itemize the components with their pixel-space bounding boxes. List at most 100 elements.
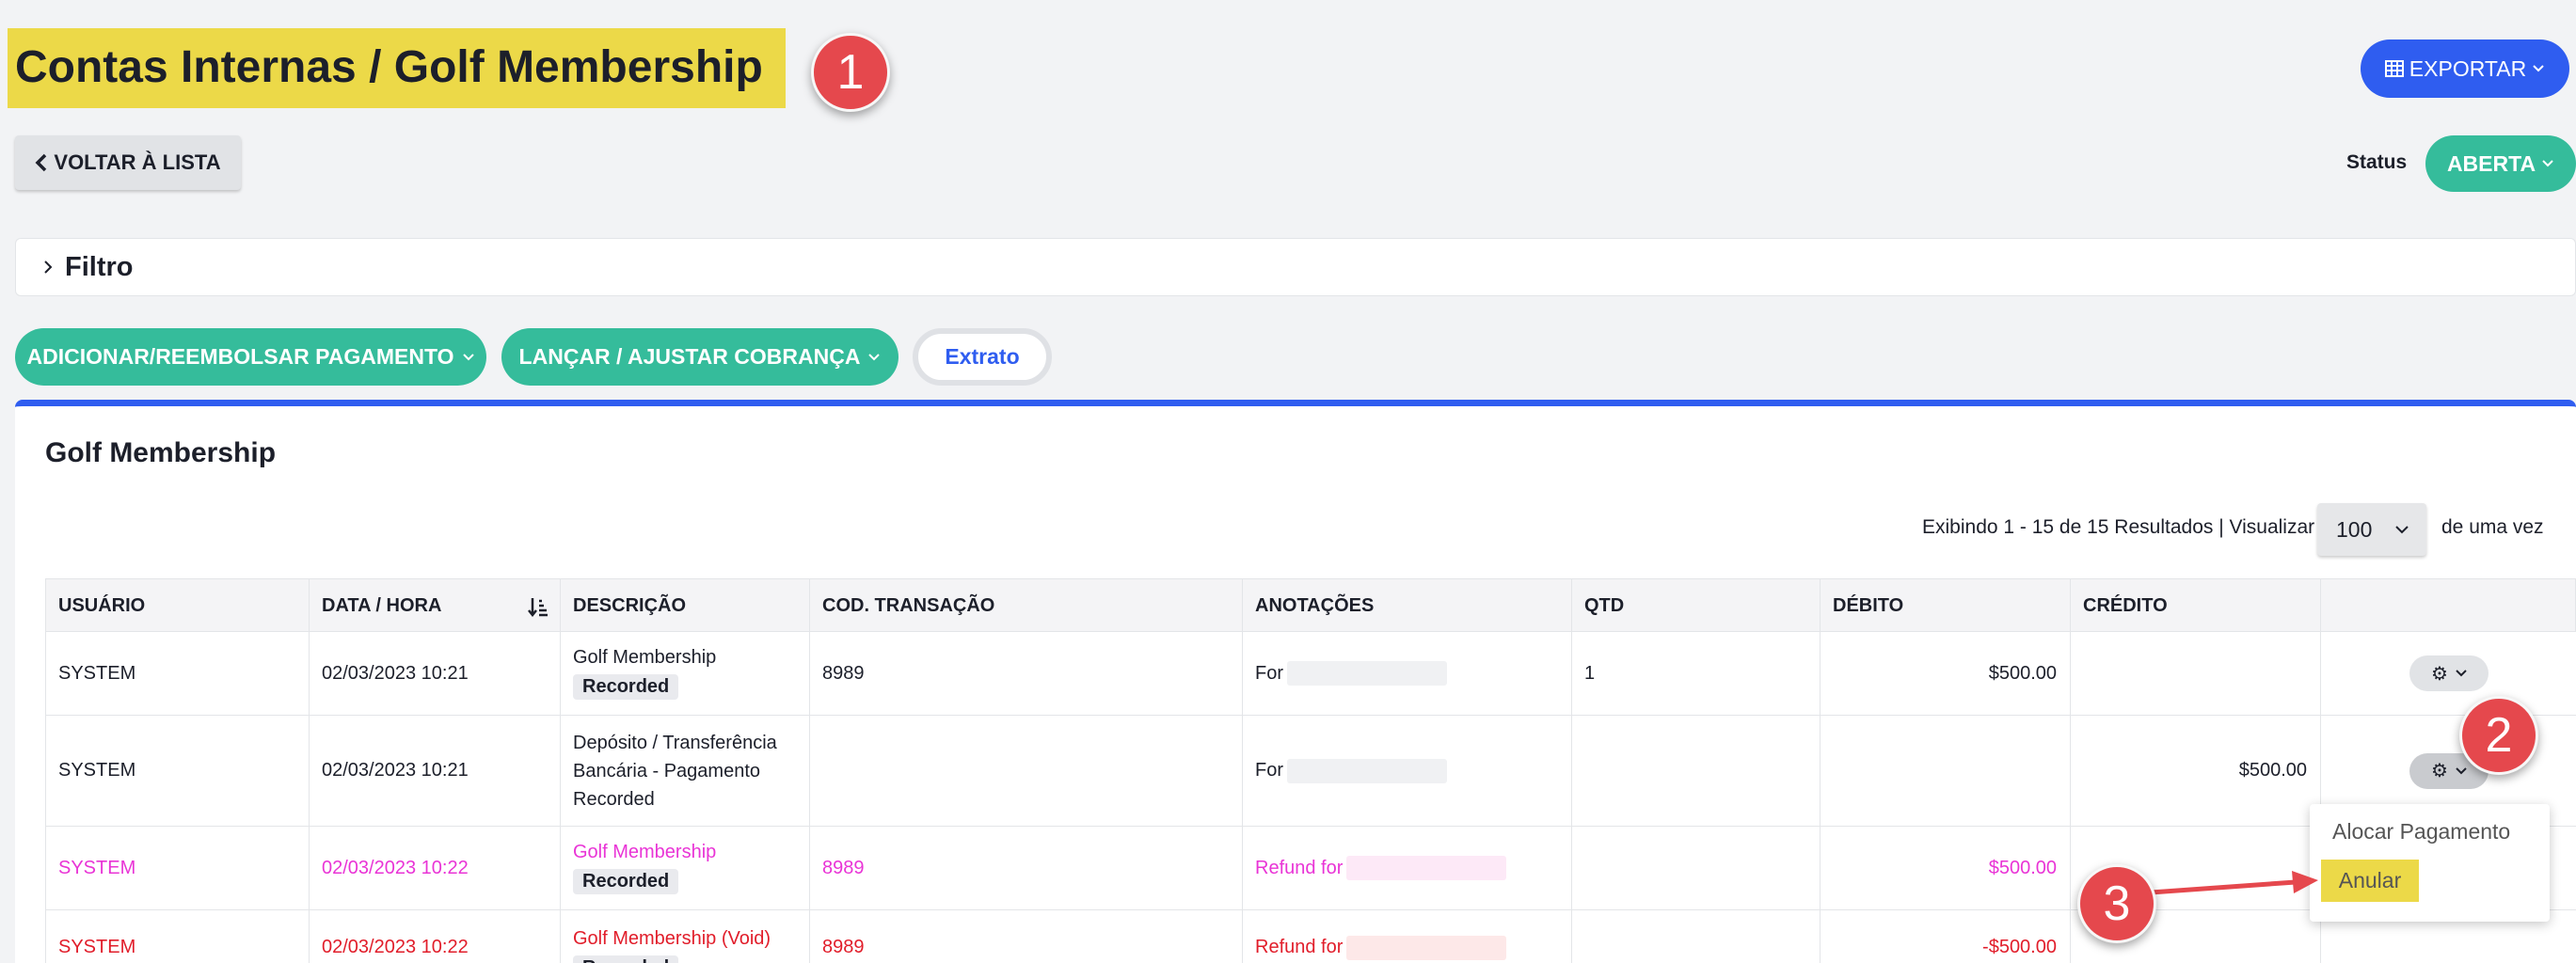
column-header-qty: QTD [1572, 579, 1821, 633]
cell-user: SYSTEM [46, 910, 310, 963]
redacted-block [1287, 758, 1447, 783]
cell-debit: $500.00 [1821, 827, 2071, 909]
gear-icon: ⚙ [2431, 761, 2448, 781]
column-header-user: USUÁRIO [46, 579, 310, 633]
redacted-block [1346, 856, 1507, 880]
chevron-down-icon [2456, 670, 2467, 677]
chevron-left-icon [35, 153, 47, 172]
back-to-list-button[interactable]: VOLTAR À LISTA [15, 135, 241, 190]
cell-user: SYSTEM [46, 716, 310, 826]
cell-transaction-code [810, 716, 1243, 826]
notes-text: For [1255, 760, 1283, 781]
column-header-datetime[interactable]: DATA / HORA [310, 579, 561, 633]
row-actions-button[interactable]: ⚙ [2409, 655, 2489, 691]
chevron-right-icon [44, 260, 53, 274]
cell-actions: ⚙ [2321, 632, 2576, 715]
post-charge-label: LANÇAR / AJUSTAR COBRANÇA [518, 344, 861, 369]
status-value: ABERTA [2446, 150, 2536, 176]
cell-transaction-code: 8989 [810, 827, 1243, 909]
filter-toggle[interactable]: Filtro [15, 238, 2576, 296]
chevron-down-icon [2542, 160, 2553, 167]
cell-qty [1572, 716, 1821, 826]
back-label: VOLTAR À LISTA [54, 150, 221, 174]
gear-icon: ⚙ [2431, 663, 2448, 685]
column-header-actions [2321, 579, 2576, 633]
per-page-suffix: de uma vez [2441, 516, 2544, 538]
cell-qty: 1 [1572, 632, 1821, 715]
statement-button[interactable]: Extrato [913, 328, 1052, 386]
cell-datetime: 02/03/2023 10:22 [310, 910, 561, 963]
cell-transaction-code: 8989 [810, 632, 1243, 715]
description-text: Golf Membership [573, 647, 717, 668]
export-label: EXPORTAR [2409, 55, 2527, 81]
add-payment-label: ADICIONAR/REEMBOLSAR PAGAMENTO [26, 344, 454, 369]
chevron-down-icon [2395, 526, 2409, 534]
description-text: Golf Membership (Void) [573, 928, 771, 949]
cell-datetime: 02/03/2023 10:21 [310, 632, 561, 715]
dropdown-caret [2425, 793, 2448, 804]
pager-summary: Exibindo 1 - 15 de 15 Resultados | Visua… [1922, 516, 2315, 538]
per-page-select[interactable]: 100 [2317, 503, 2426, 556]
status-label: Status [2346, 151, 2408, 173]
cell-notes: For [1243, 632, 1572, 715]
step-marker-3: 3 [2077, 864, 2156, 943]
cell-notes: For [1243, 716, 1572, 826]
menu-item-allocate-payment[interactable]: Alocar Pagamento [2332, 819, 2510, 845]
cell-credit: $500.00 [2071, 716, 2321, 826]
menu-item-void[interactable]: Anular [2321, 860, 2419, 902]
cell-user: SYSTEM [46, 827, 310, 909]
column-header-description: DESCRIÇÃO [561, 579, 810, 633]
filter-label: Filtro [65, 251, 134, 282]
statement-label: Extrato [945, 344, 1020, 369]
sort-icon[interactable] [528, 596, 549, 617]
add-refund-payment-button[interactable]: ADICIONAR/REEMBOLSAR PAGAMENTO [15, 328, 486, 386]
cell-description: Golf Membership (Void) Recorded [561, 910, 810, 963]
export-button[interactable]: EXPORTAR [2361, 39, 2569, 98]
cell-qty [1572, 910, 1821, 963]
description-text: Golf Membership [573, 842, 717, 862]
panel-title: Golf Membership [45, 437, 277, 468]
chevron-down-icon [462, 353, 474, 360]
chevron-down-icon [2533, 65, 2544, 72]
step-marker-2: 2 [2459, 696, 2538, 775]
per-page-value: 100 [2336, 516, 2373, 542]
cell-qty [1572, 827, 1821, 909]
table-row: SYSTEM 02/03/2023 10:21 Depósito / Trans… [45, 716, 2576, 827]
cell-transaction-code: 8989 [810, 910, 1243, 963]
cell-notes: Refund for [1243, 827, 1572, 909]
column-header-debit: DÉBITO [1821, 579, 2071, 633]
notes-text: For [1255, 662, 1283, 684]
cell-datetime: 02/03/2023 10:21 [310, 716, 561, 826]
cell-credit [2071, 632, 2321, 715]
cell-description: Golf Membership Recorded [561, 827, 810, 909]
cell-debit: $500.00 [1821, 632, 2071, 715]
redacted-block [1287, 661, 1447, 686]
status-badge: Recorded [573, 955, 679, 963]
table-icon [2384, 60, 2404, 77]
redacted-block [1346, 935, 1507, 960]
status-badge: Recorded [573, 869, 679, 894]
table-row: SYSTEM 02/03/2023 10:21 Golf Membership … [45, 632, 2576, 716]
notes-text: Refund for [1255, 937, 1344, 957]
step-marker-1: 1 [811, 33, 890, 112]
status-badge: Recorded [573, 674, 679, 700]
cell-user: SYSTEM [46, 632, 310, 715]
cell-debit [1821, 716, 2071, 826]
column-header-credit: CRÉDITO [2071, 579, 2321, 633]
chevron-down-icon [2456, 766, 2467, 774]
notes-text: Refund for [1255, 857, 1344, 878]
column-header-notes: ANOTAÇÕES [1243, 579, 1572, 633]
table-row: SYSTEM 02/03/2023 10:22 Golf Membership … [45, 910, 2576, 963]
table-header: USUÁRIO DATA / HORA DESCRIÇÃO COD. TRANS… [45, 578, 2576, 633]
cell-description: Golf Membership Recorded [561, 632, 810, 715]
post-adjust-charge-button[interactable]: LANÇAR / AJUSTAR COBRANÇA [501, 328, 898, 386]
page-title: Contas Internas / Golf Membership [15, 42, 763, 92]
cell-notes: Refund for [1243, 910, 1572, 963]
status-dropdown[interactable]: ABERTA [2425, 135, 2576, 192]
chevron-down-icon [868, 353, 881, 360]
cell-datetime: 02/03/2023 10:22 [310, 827, 561, 909]
column-header-transaction-code: COD. TRANSAÇÃO [810, 579, 1243, 633]
cell-debit: -$500.00 [1821, 910, 2071, 963]
row-actions-menu: Alocar Pagamento Anular [2310, 804, 2550, 922]
cell-description: Depósito / Transferência Bancária - Paga… [561, 716, 810, 826]
